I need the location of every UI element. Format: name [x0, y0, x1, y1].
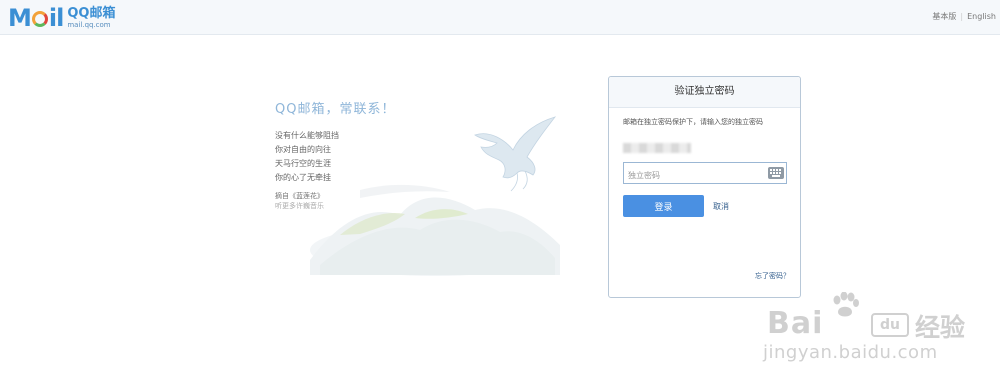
watermark-url: jingyan.baidu.com — [763, 342, 938, 363]
logo-mail-wordmark: Mil — [8, 4, 64, 32]
logo-letter-m: M — [8, 4, 32, 32]
blurred-account-name — [623, 143, 691, 153]
logo-cn: QQ邮箱 — [67, 6, 116, 21]
song-source: 摘自《蓝莲花》 — [275, 192, 324, 200]
login-button[interactable]: 登录 — [623, 195, 704, 217]
card-tip: 邮箱在独立密码保护下，请输入您的独立密码 — [623, 118, 763, 126]
logo-letters-il: il — [48, 4, 64, 32]
poem-line: 没有什么能够阻挡 — [275, 131, 339, 140]
forgot-password-link[interactable]: 忘了密码？ — [755, 271, 790, 281]
logo-text: QQ邮箱 mail.qq.com — [67, 7, 115, 29]
watermark-jingyan: 经验 — [915, 313, 966, 342]
cancel-link[interactable]: 取消 — [713, 201, 729, 212]
header-links: 基本版 | English — [932, 11, 996, 22]
paw-icon — [833, 292, 859, 317]
song-credit: 摘自《蓝莲花》 听更多许巍音乐 — [275, 191, 395, 211]
password-input[interactable] — [624, 165, 758, 186]
poem-line: 你对自由的向往 — [275, 145, 331, 154]
header-link-separator: | — [960, 12, 964, 21]
promo-section: QQ邮箱，常联系！ 没有什么能够阻挡 你对自由的向往 天马行空的生涯 你的心了无… — [275, 98, 395, 211]
poem-line: 天马行空的生涯 — [275, 159, 331, 168]
keyboard-icon[interactable] — [768, 167, 784, 179]
qq-mail-logo[interactable]: Mil QQ邮箱 mail.qq.com — [8, 4, 115, 32]
top-header: Mil QQ邮箱 mail.qq.com 基本版 | English — [0, 0, 1000, 35]
english-link[interactable]: English — [967, 12, 996, 21]
promo-title: QQ邮箱，常联系！ — [275, 102, 396, 117]
promo-poem: 没有什么能够阻挡 你对自由的向往 天马行空的生涯 你的心了无牵挂 — [275, 129, 395, 185]
watermark-du: du — [871, 313, 909, 337]
verify-password-card: 验证独立密码 邮箱在独立密码保护下，请输入您的独立密码 登录 取消 忘了密码？ — [608, 76, 801, 298]
baidu-jingyan-watermark: Bai du 经验 jingyan.baidu.com — [755, 292, 995, 372]
card-title: 验证独立密码 — [609, 77, 800, 108]
logo-url: mail.qq.com — [67, 21, 111, 29]
listen-more-link[interactable]: 听更多许巍音乐 — [275, 201, 395, 211]
poem-line: 你的心了无牵挂 — [275, 173, 331, 182]
watermark-bai: Bai — [767, 306, 824, 341]
password-field[interactable] — [623, 162, 787, 186]
logo-o-ring — [31, 11, 48, 27]
basic-version-link[interactable]: 基本版 — [932, 11, 956, 22]
